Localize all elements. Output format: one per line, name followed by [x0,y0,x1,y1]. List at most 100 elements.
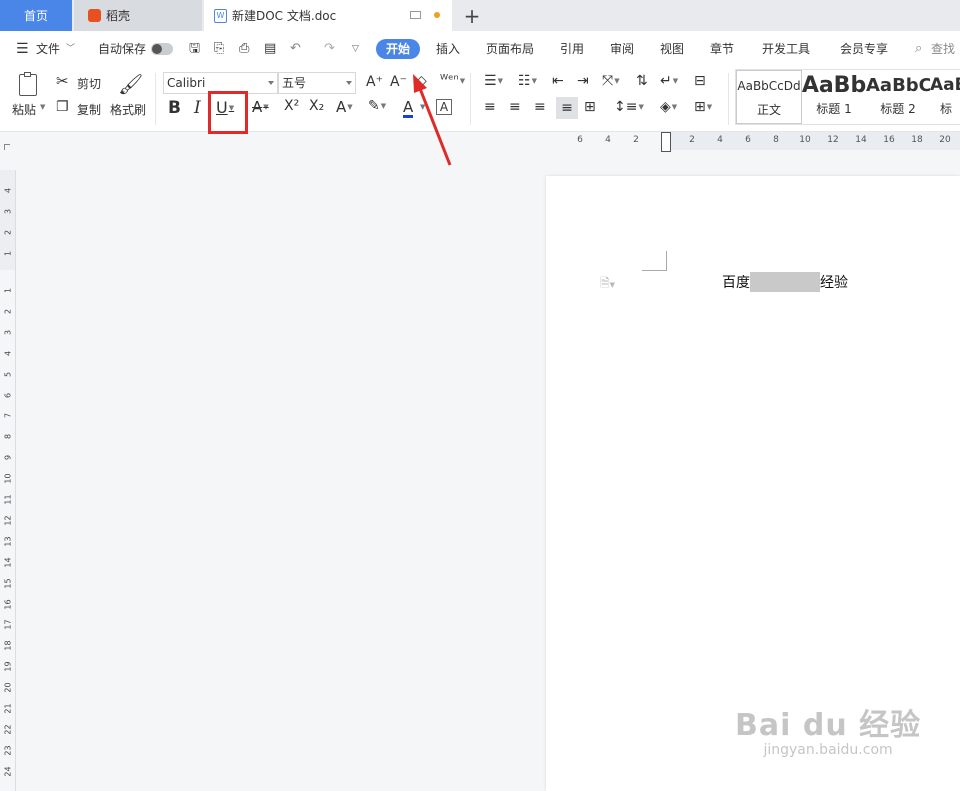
new-tab-button[interactable]: + [460,0,484,31]
strikethrough-icon[interactable]: A ▼ [252,98,269,116]
document-text-line[interactable]: 百度 经验 [722,272,848,292]
style-heading-1[interactable]: AaBb 标题 1 [802,70,866,122]
menu-bar: ☰ 文件 ﹀ 自动保存 🖫 ⎘ ⎙ ▤ ↶ ↷ ▽ 开始 插入 页面布局 引用 … [0,31,960,92]
more-icon[interactable]: ▽ [352,31,359,67]
ruler-tick-label: 21 [3,703,13,714]
subscript-icon[interactable]: X₂ [309,98,324,114]
style-normal-name: 正文 [756,103,781,117]
tab-start[interactable]: 开始 [376,39,420,59]
ruler-tick-label: 3 [3,329,13,335]
paragraph-doc-icon[interactable]: 🗎▼ [600,274,615,295]
style-heading-3-sample: AaB [930,75,960,95]
tab-docer[interactable]: 稻壳 [74,0,202,31]
file-menu[interactable]: 文件 [36,31,60,67]
tab-member[interactable]: 会员专享 [840,31,888,67]
distributed-icon[interactable]: ⊞ [584,99,596,115]
tab-sections[interactable]: 章节 [710,31,734,67]
autosave-label: 自动保存 [98,42,147,56]
tab-home[interactable]: 首页 [0,0,72,31]
increase-indent-icon[interactable]: ⇥ [577,73,589,89]
search-command[interactable]: 查找命 [931,31,960,92]
style-heading-2-name: 标题 2 [880,102,916,116]
ruler-corner-icon [4,144,10,150]
watermark-brand: Bai du 经验 [735,708,922,743]
ruler-tick-label: 1 [3,287,13,294]
borders-icon[interactable]: ⊞ ▼ [694,99,712,115]
tab-document[interactable]: W 新建DOC 文档.doc [204,0,452,31]
ruler-tick-label: 3 [3,208,13,215]
print-icon[interactable]: ⎙ [239,31,249,67]
tab-review[interactable]: 审阅 [610,31,634,67]
paste-icon[interactable] [16,72,40,98]
redo-icon[interactable]: ↷ [324,31,335,67]
ruler-tick-label: 10 [799,135,811,145]
tab-ruler-icon[interactable]: ⊟ [694,73,706,89]
style-gallery: AaBbCcDd 正文 AaBb 标题 1 AaBbC 标题 2 AaB 标 [735,69,960,125]
ruler-tick-label: 23 [3,745,13,756]
style-heading-1-name: 标题 1 [816,102,852,116]
document-page[interactable]: 🗎▼ 百度 经验 [546,176,960,791]
paste-button[interactable]: 粘贴 [12,101,36,118]
italic-icon[interactable]: I [194,98,201,118]
tab-page-layout[interactable]: 页面布局 [486,31,534,67]
tab-docer-label: 稻壳 [106,9,131,23]
ruler-tick-label: 12 [827,135,839,145]
ruler-tick-label: 20 [939,135,951,145]
paste-dropdown-icon[interactable]: ▼ [40,103,45,111]
chinese-layout-icon[interactable]: ⤧ ▼ [602,73,620,89]
bold-icon[interactable]: B [168,98,181,118]
font-size-select[interactable]: 五号 [278,72,356,94]
numbered-list-icon[interactable]: ☷ ▼ [518,73,537,89]
font-name-value: Calibri [167,76,206,90]
scissors-icon[interactable]: ✂ [56,72,69,90]
tab-document-label: 新建DOC 文档.doc [232,9,337,23]
format-painter-icon[interactable]: 🖌 [118,72,143,96]
line-spacing-icon[interactable]: ↕≡ ▼ [614,99,644,115]
hamburger-icon[interactable]: ☰ [16,31,29,67]
tab-view[interactable]: 视图 [660,31,684,67]
search-icon: ⌕ [915,41,923,56]
export-icon[interactable]: ⎘ [214,31,224,67]
cut-button[interactable]: 剪切 [77,75,101,92]
highlight-icon[interactable]: ✎ ▼ [368,98,386,114]
tab-insert[interactable]: 插入 [436,31,460,67]
ruler-tick-label: 10 [3,473,13,484]
increase-font-icon[interactable]: A⁺ [366,74,383,90]
style-heading-3[interactable]: AaB 标 [930,70,960,122]
shading-icon[interactable]: ◈ ▼ [660,99,677,115]
align-center-icon[interactable]: ≡ [509,99,521,115]
font-size-value: 五号 [282,76,307,90]
superscript-icon[interactable]: X² [284,98,299,114]
ruler-tick-label: 6 [577,135,583,145]
tab-references[interactable]: 引用 [560,31,584,67]
decrease-indent-icon[interactable]: ⇤ [552,73,564,89]
style-normal[interactable]: AaBbCcDd 正文 [736,70,802,124]
vertical-ruler[interactable]: 4 3 2 1 1 2 3 4 5 6 7 8 9 10 11 12 13 14 15 16 17 18 19 20 21 22 2… [0,170,16,791]
tab-developer[interactable]: 开发工具 [762,31,810,67]
ruler-tick-label: 11 [3,494,13,505]
ruler-tick-label: 8 [3,434,13,440]
align-left-icon[interactable]: ≡ [484,99,496,115]
autosave-toggle[interactable] [151,43,173,55]
screen-icon[interactable] [410,11,421,19]
print-preview-icon[interactable]: ▤ [264,31,276,67]
sort-icon[interactable]: ⇅ [636,73,648,89]
ruler-tick-label: 17 [3,619,13,630]
align-right-icon[interactable]: ≡ [534,99,546,115]
undo-icon[interactable]: ↶ [290,31,301,67]
copy-button[interactable]: 复制 [77,101,101,118]
save-icon[interactable]: 🖫 [189,31,200,67]
watermark-url: jingyan.baidu.com [763,742,893,758]
line-break-icon[interactable]: ↵ ▼ [660,73,678,89]
justify-icon[interactable]: ≡ [556,97,578,119]
ruler-tick-label: 2 [3,229,13,236]
bullet-list-icon[interactable]: ☰ ▼ [484,73,503,89]
indent-marker-icon[interactable] [661,132,671,152]
horizontal-ruler[interactable]: 6 4 2 2 4 6 8 10 12 14 16 18 20 [546,132,960,154]
style-heading-2[interactable]: AaBbC 标题 2 [866,70,930,122]
unsaved-dot-icon [434,12,440,18]
text-effect-icon[interactable]: A ▼ [336,98,353,116]
format-painter-button[interactable]: 格式刷 [110,101,146,118]
copy-icon[interactable]: ❐ [56,99,69,115]
word-doc-icon: W [214,8,227,23]
